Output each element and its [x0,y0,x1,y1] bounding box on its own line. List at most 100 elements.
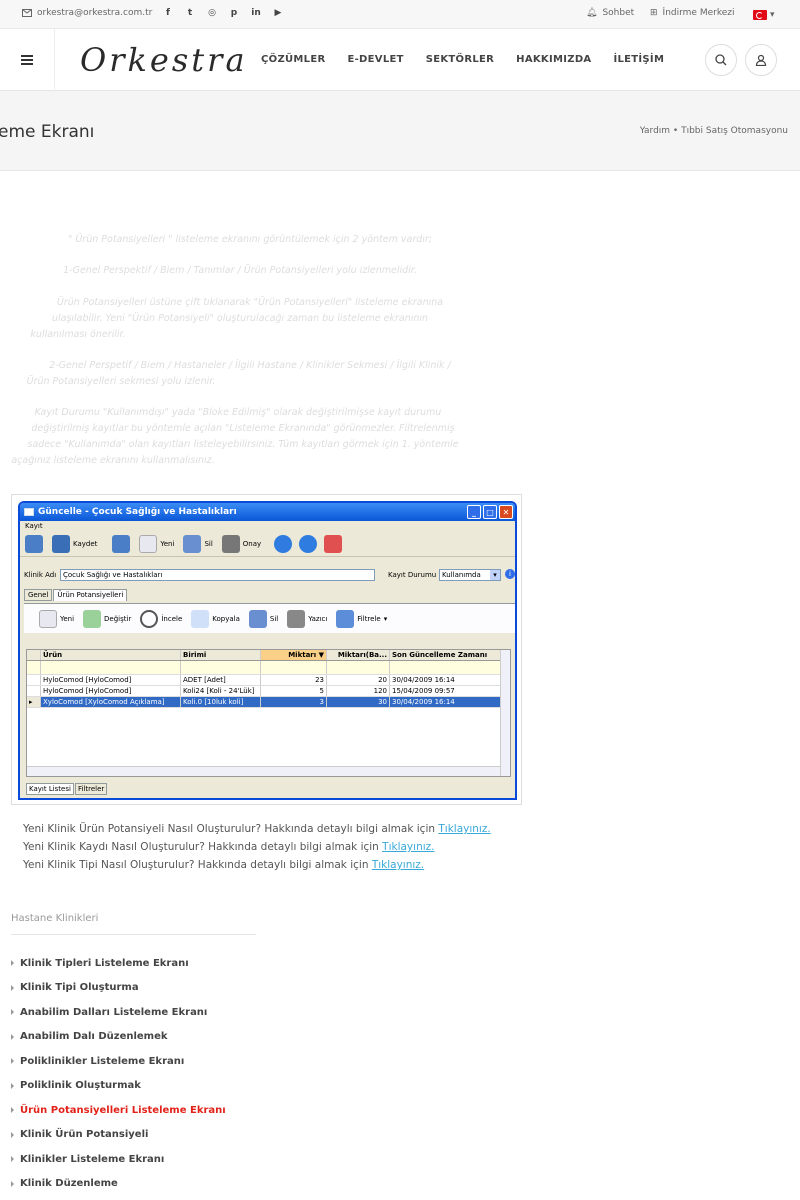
column-urun[interactable]: Ürün [41,650,181,660]
tab-kayit-listesi[interactable]: Kayıt Listesi [26,783,74,795]
breadcrumb[interactable]: Yardım • Tıbbi Satış Otomasyonu [640,126,788,136]
youtube-icon[interactable]: ▶ [272,7,284,19]
details-link[interactable]: Tıklayınız. [372,859,424,871]
arrow-up-icon[interactable] [274,534,293,553]
sidebar-item[interactable]: Klinikler Listeleme Ekranı [11,1147,226,1172]
check-mail-icon[interactable] [324,534,343,553]
minimize-icon[interactable]: _ [467,505,481,519]
delete-icon[interactable] [183,534,202,553]
new-button-label[interactable]: Yeni [160,540,174,548]
cell-urun: HyloComod [HyloComod] [41,675,181,685]
window-tabs: Genel Ürün Potansiyelleri [24,589,128,601]
status-select[interactable]: Kullanımda ▾ [439,569,501,581]
grid-filter-row[interactable] [27,661,510,675]
email-link[interactable]: orkestra@orkestra.com.tr [22,8,152,18]
printer-icon[interactable] [287,609,306,628]
tab-genel[interactable]: Genel [24,589,53,601]
sidebar-item[interactable]: Klinik Ürün Potansiyeli [11,1123,226,1148]
cell-miktari-ba: 20 [327,675,390,685]
filter-icon[interactable] [336,609,355,628]
table-row-selected[interactable]: ▸ XyloComod [XyloComod Açıklama] Koli.0 … [27,697,510,708]
download-center-link[interactable]: ⊞ İndirme Merkezi [650,8,734,18]
save-close-icon[interactable] [25,534,43,553]
menu-item-sektorler[interactable]: SEKTÖRLER [426,54,494,65]
language-selector[interactable]: ▾ [753,10,775,20]
turkish-flag-icon [753,10,767,20]
sidebar-item[interactable]: Klinik Tipleri Listeleme Ekranı [11,951,226,976]
clinic-name-field[interactable]: Çocuk Sağlığı ve Hastalıkları [60,569,375,581]
table-row[interactable]: HyloComod [HyloComod] Koli24 [Koli - 24'… [27,686,510,697]
edit-icon[interactable] [83,609,102,628]
method-1-detail-b: ulaşılabilir. Yeni "Ürün Potansiyeli" ol… [51,313,429,324]
horizontal-scrollbar[interactable] [27,766,500,776]
social-links: f t ◎ p in ▶ [162,7,284,19]
column-birimi[interactable]: Birimi [181,650,261,660]
sidebar-item[interactable]: Anabilim Dalı Düzenlemek [11,1025,226,1050]
twitter-icon[interactable]: t [184,7,196,19]
copy-icon[interactable] [191,609,210,628]
table-row[interactable]: HyloComod [HyloComod] ADET [Adet] 23 20 … [27,675,510,686]
sub-new-label[interactable]: Yeni [60,615,74,623]
sidebar-item[interactable]: Klinik Düzenleme [11,1172,226,1197]
approve-button-label[interactable]: Onay [243,540,261,548]
sidebar-item[interactable]: Anabilim Dalları Listeleme Ekranı [11,1000,226,1025]
sub-printer-label[interactable]: Yazıcı [308,615,327,623]
linkedin-icon[interactable]: in [250,7,262,19]
column-son-guncelleme[interactable]: Son Güncelleme Zamanı [390,650,505,660]
pinterest-icon[interactable]: p [228,7,240,19]
bottom-tabs: Kayıt Listesi Filtreler [26,783,108,795]
maximize-icon[interactable]: □ [483,505,497,519]
info-icon[interactable]: i [505,569,515,579]
site-logo[interactable]: Orkestra [80,41,248,79]
cell-miktari-ba: 120 [327,686,390,696]
menu-toggle-button[interactable] [0,29,55,91]
window-titlebar: Güncelle - Çocuk Sağlığı ve Hastalıkları… [20,503,515,521]
tab-urun-potansiyelleri[interactable]: Ürün Potansiyelleri [53,589,128,601]
chat-link[interactable]: 🔔︎ Sohbet [586,8,634,18]
sidebar-item[interactable]: Poliklinikler Listeleme Ekranı [11,1049,226,1074]
menu-item-hakkimizda[interactable]: HAKKIMIZDA [516,54,591,65]
menu-item-edevlet[interactable]: E-DEVLET [347,54,403,65]
row-pointer-icon: ▸ [27,697,41,707]
facebook-icon[interactable]: f [162,7,174,19]
details-link[interactable]: Tıklayınız. [438,823,490,835]
download-label: İndirme Merkezi [662,8,735,18]
tab-filtreler[interactable]: Filtreler [74,783,108,795]
hamburger-icon [21,59,33,61]
link-text: Yeni Klinik Kaydı Nasıl Oluşturulur? Hak… [23,841,383,853]
sub-inspect-label[interactable]: İncele [161,615,182,623]
save-new-icon[interactable] [112,534,131,553]
close-icon[interactable]: ✕ [499,505,513,519]
cell-miktari-ba: 30 [327,697,390,707]
sub-delete-label[interactable]: Sil [270,615,278,623]
sub-delete-icon[interactable] [248,609,267,628]
vertical-scrollbar[interactable] [500,650,510,776]
user-button[interactable] [745,44,777,76]
save-icon[interactable] [52,534,70,553]
sidebar-item[interactable]: Klinik Tipi Oluşturma [11,976,226,1001]
menu-item-iletisim[interactable]: İLETİŞİM [613,54,664,65]
method-2-text-a: 2-Genel Perspetif / Biem / Hastaneler / … [49,360,451,371]
cell-birimi: Koli24 [Koli - 24'Lük] [181,686,261,696]
new-item-icon[interactable] [39,609,57,628]
inspect-icon[interactable] [140,609,159,628]
sub-edit-label[interactable]: Değiştir [104,615,131,623]
arrow-down-icon[interactable] [299,534,318,553]
sub-filter-label[interactable]: Filtrele [357,615,380,623]
sidebar-item-active[interactable]: Ürün Potansiyelleri Listeleme Ekranı [11,1098,226,1123]
sub-copy-label[interactable]: Kopyala [212,615,240,623]
window-menu[interactable]: Kayıt [20,521,515,531]
search-button[interactable] [705,44,737,76]
sidebar-item[interactable]: Poliklinik Oluşturmak [11,1074,226,1099]
new-document-icon[interactable] [139,534,158,553]
instagram-icon[interactable]: ◎ [206,7,218,19]
save-button-label[interactable]: Kaydet [73,540,97,548]
details-link[interactable]: Tıklayınız. [382,841,434,853]
approve-icon[interactable] [221,534,240,553]
column-miktari[interactable]: Miktarı ▼ [261,650,327,660]
column-miktari-ba[interactable]: Miktarı(Ba... [327,650,390,660]
filter-dropdown-icon[interactable]: ▾ [384,615,388,623]
intro-text: " Ürün Potansiyelleri " listeleme ekranı… [67,234,433,245]
menu-item-cozumler[interactable]: ÇÖZÜMLER [261,54,325,65]
delete-button-label[interactable]: Sil [204,540,212,548]
